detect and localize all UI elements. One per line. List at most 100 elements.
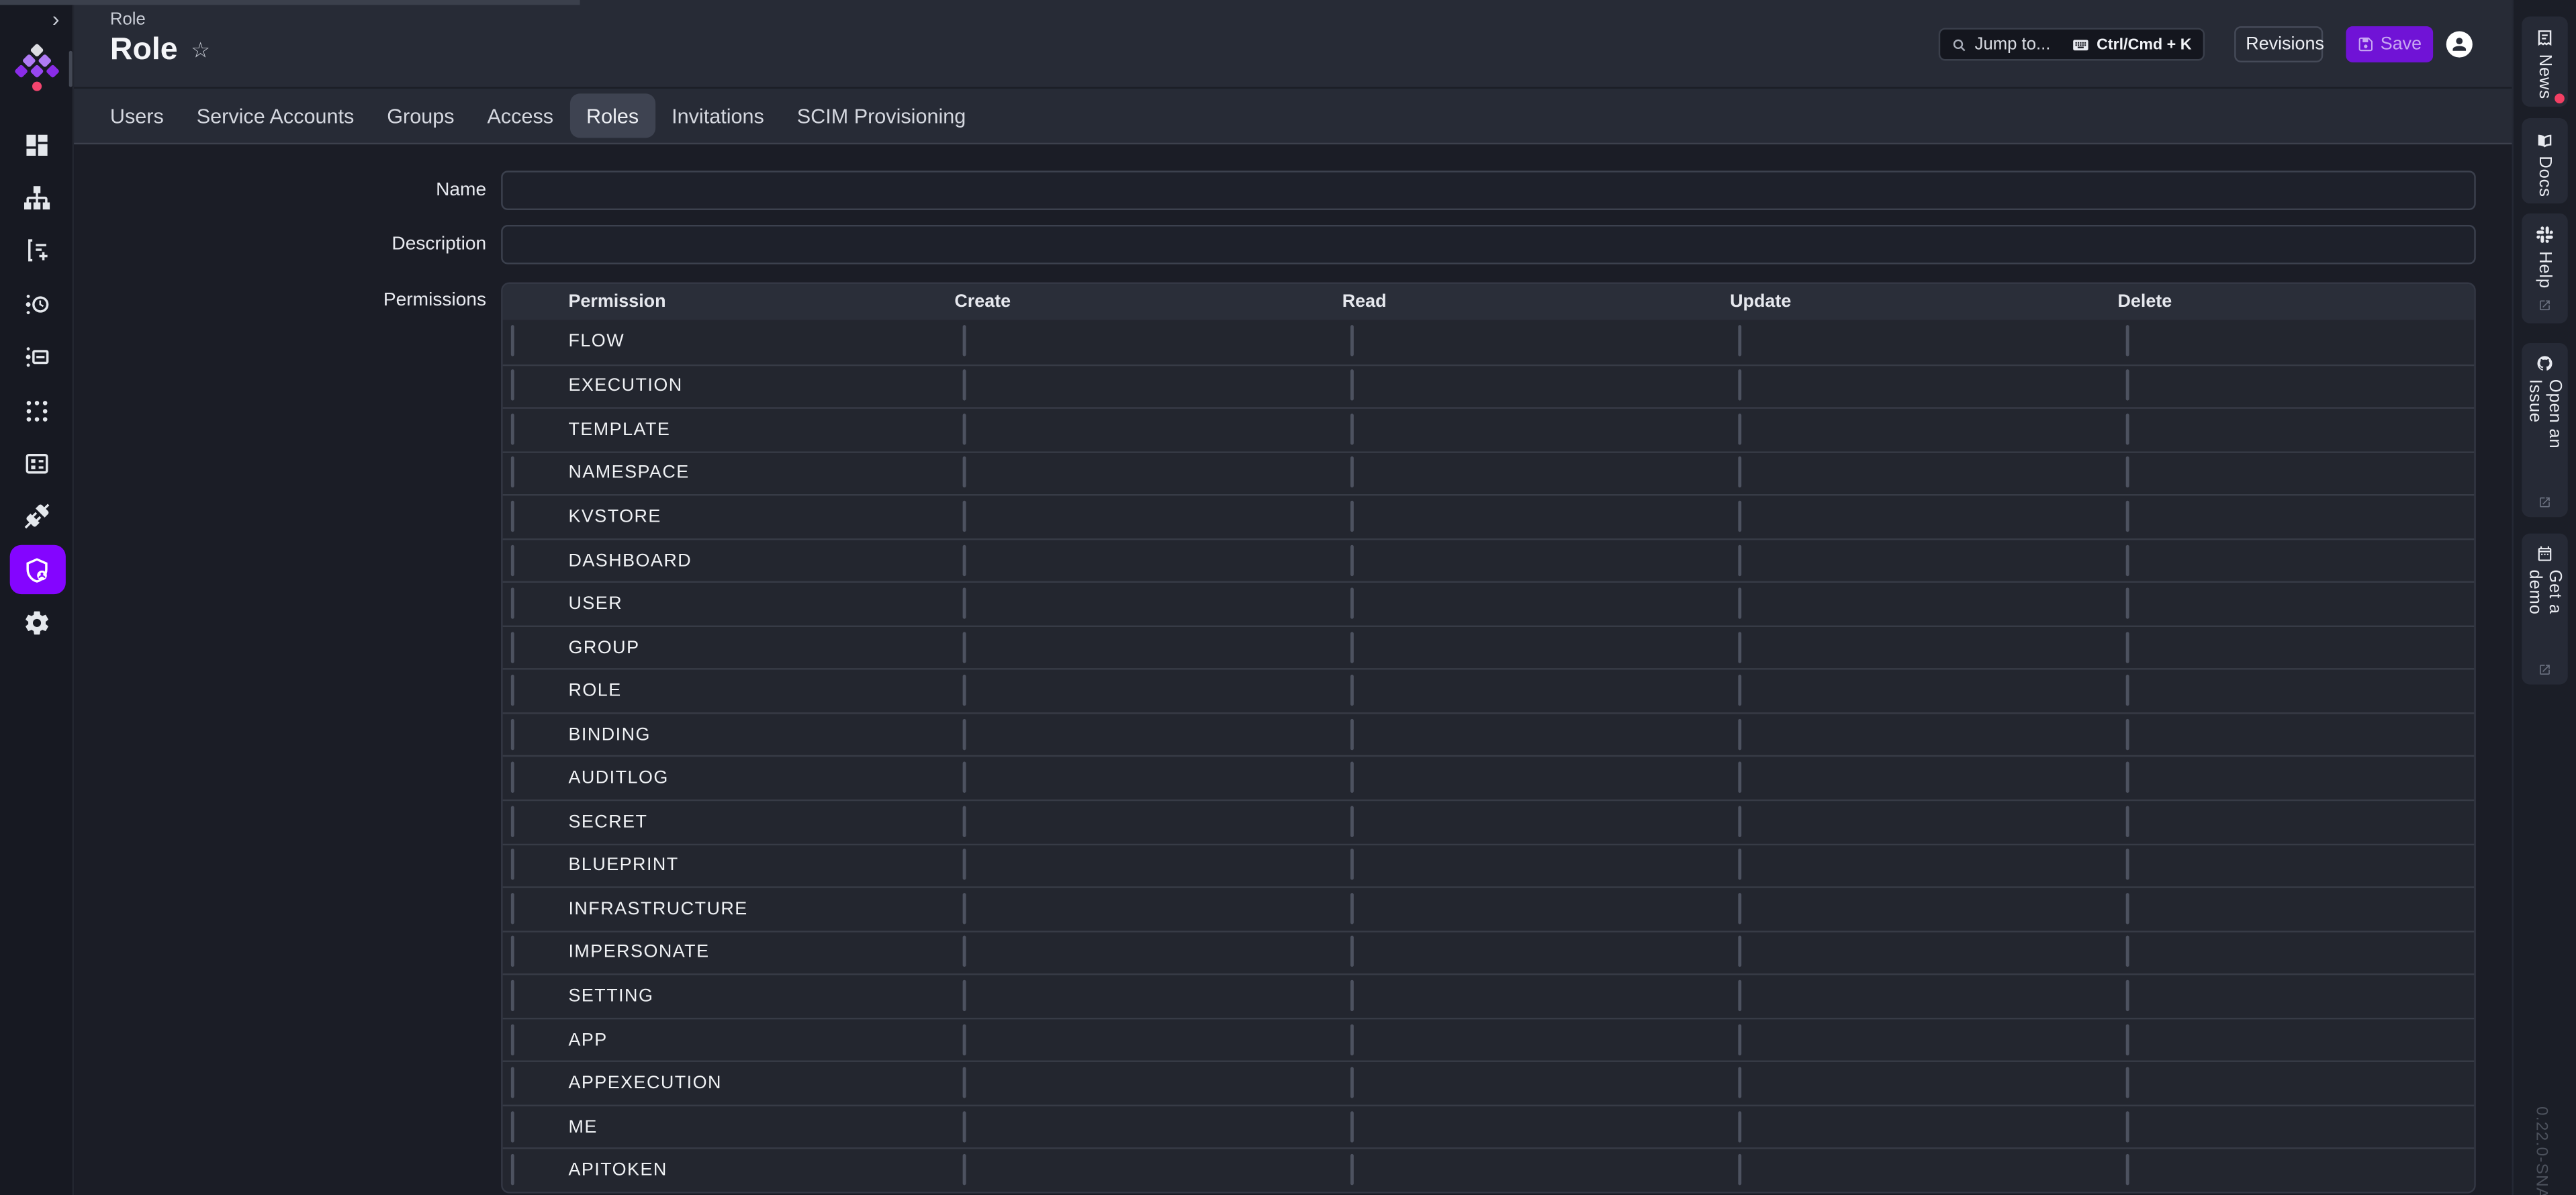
update-checkbox[interactable] (1738, 718, 1741, 749)
delete-checkbox[interactable] (2126, 893, 2129, 924)
create-checkbox[interactable] (963, 544, 966, 575)
read-checkbox[interactable] (1350, 762, 1354, 793)
row-select-checkbox[interactable] (511, 631, 514, 662)
delete-checkbox[interactable] (2126, 849, 2129, 880)
read-checkbox[interactable] (1350, 326, 1354, 356)
update-checkbox[interactable] (1738, 326, 1741, 356)
delete-checkbox[interactable] (2126, 587, 2129, 618)
tab-users[interactable]: Users (93, 93, 180, 138)
update-checkbox[interactable] (1738, 806, 1741, 836)
delete-checkbox[interactable] (2126, 414, 2129, 444)
sidebar-item-logs[interactable] (0, 278, 74, 331)
tab-roles[interactable]: Roles (570, 93, 655, 138)
sidebar-item-settings[interactable] (0, 597, 74, 650)
update-checkbox[interactable] (1738, 587, 1741, 618)
sidebar-item-dashboards[interactable] (0, 437, 74, 490)
sidebar-item-executions[interactable] (0, 224, 74, 277)
update-checkbox[interactable] (1738, 1110, 1741, 1141)
read-checkbox[interactable] (1350, 631, 1354, 662)
update-checkbox[interactable] (1738, 1024, 1741, 1055)
tab-groups[interactable]: Groups (371, 93, 471, 138)
row-select-checkbox[interactable] (511, 414, 514, 444)
delete-checkbox[interactable] (2126, 1067, 2129, 1098)
row-select-checkbox[interactable] (511, 457, 514, 488)
jump-to-search[interactable]: Ctrl/Cmd + K (1939, 28, 2205, 61)
delete-checkbox[interactable] (2126, 980, 2129, 1011)
create-checkbox[interactable] (963, 806, 966, 836)
update-checkbox[interactable] (1738, 414, 1741, 444)
row-select-checkbox[interactable] (511, 587, 514, 618)
create-checkbox[interactable] (963, 893, 966, 924)
read-checkbox[interactable] (1350, 937, 1354, 967)
update-checkbox[interactable] (1738, 544, 1741, 575)
row-select-checkbox[interactable] (511, 893, 514, 924)
update-checkbox[interactable] (1738, 849, 1741, 880)
tab-access[interactable]: Access (471, 93, 570, 138)
read-checkbox[interactable] (1350, 370, 1354, 401)
create-checkbox[interactable] (963, 718, 966, 749)
create-checkbox[interactable] (963, 1154, 966, 1185)
read-checkbox[interactable] (1350, 587, 1354, 618)
read-checkbox[interactable] (1350, 849, 1354, 880)
tab-scim-provisioning[interactable]: SCIM Provisioning (780, 93, 982, 138)
update-checkbox[interactable] (1738, 501, 1741, 532)
read-checkbox[interactable] (1350, 675, 1354, 706)
read-checkbox[interactable] (1350, 1110, 1354, 1141)
save-button[interactable]: Save (2346, 26, 2433, 62)
sidebar-item-plugins[interactable] (0, 490, 74, 543)
row-select-checkbox[interactable] (511, 1110, 514, 1141)
delete-checkbox[interactable] (2126, 762, 2129, 793)
tab-invitations[interactable]: Invitations (655, 93, 781, 138)
create-checkbox[interactable] (963, 501, 966, 532)
row-select-checkbox[interactable] (511, 980, 514, 1011)
name-field[interactable] (501, 171, 2476, 210)
sidebar-item-flows[interactable] (0, 171, 74, 224)
update-checkbox[interactable] (1738, 1154, 1741, 1185)
row-select-checkbox[interactable] (511, 1024, 514, 1055)
tab-service-accounts[interactable]: Service Accounts (180, 93, 371, 138)
create-checkbox[interactable] (963, 414, 966, 444)
sidebar-item-dashboard[interactable] (0, 118, 74, 171)
read-checkbox[interactable] (1350, 1024, 1354, 1055)
favorite-star-icon[interactable]: ☆ (191, 38, 210, 64)
create-checkbox[interactable] (963, 457, 966, 488)
delete-checkbox[interactable] (2126, 1154, 2129, 1185)
row-select-checkbox[interactable] (511, 326, 514, 356)
delete-checkbox[interactable] (2126, 675, 2129, 706)
rail-button-help[interactable]: Help (2522, 213, 2568, 324)
row-select-checkbox[interactable] (511, 1067, 514, 1098)
read-checkbox[interactable] (1350, 544, 1354, 575)
user-avatar[interactable] (2446, 31, 2473, 57)
row-select-checkbox[interactable] (511, 370, 514, 401)
delete-checkbox[interactable] (2126, 326, 2129, 356)
row-select-checkbox[interactable] (511, 544, 514, 575)
create-checkbox[interactable] (963, 762, 966, 793)
rail-button-news[interactable]: News (2522, 16, 2568, 106)
sidebar-item-namespaces[interactable] (0, 331, 74, 384)
create-checkbox[interactable] (963, 587, 966, 618)
rail-button-open-an-issue[interactable]: Open an Issue (2522, 343, 2568, 517)
rail-button-docs[interactable]: Docs (2522, 118, 2568, 203)
sidebar-scrollbar-thumb[interactable] (69, 51, 73, 87)
update-checkbox[interactable] (1738, 370, 1741, 401)
update-checkbox[interactable] (1738, 1067, 1741, 1098)
read-checkbox[interactable] (1350, 501, 1354, 532)
create-checkbox[interactable] (963, 980, 966, 1011)
row-select-checkbox[interactable] (511, 718, 514, 749)
sidebar-item-blueprints[interactable] (0, 384, 74, 437)
delete-checkbox[interactable] (2126, 501, 2129, 532)
read-checkbox[interactable] (1350, 980, 1354, 1011)
delete-checkbox[interactable] (2126, 718, 2129, 749)
sidebar-collapse-chevron-icon[interactable]: › (44, 8, 67, 31)
read-checkbox[interactable] (1350, 718, 1354, 749)
revisions-button[interactable]: Revisions (2234, 26, 2323, 62)
create-checkbox[interactable] (963, 1067, 966, 1098)
create-checkbox[interactable] (963, 1024, 966, 1055)
delete-checkbox[interactable] (2126, 544, 2129, 575)
delete-checkbox[interactable] (2126, 806, 2129, 836)
description-field[interactable] (501, 225, 2476, 265)
row-select-checkbox[interactable] (511, 937, 514, 967)
create-checkbox[interactable] (963, 849, 966, 880)
row-select-checkbox[interactable] (511, 675, 514, 706)
create-checkbox[interactable] (963, 1110, 966, 1141)
